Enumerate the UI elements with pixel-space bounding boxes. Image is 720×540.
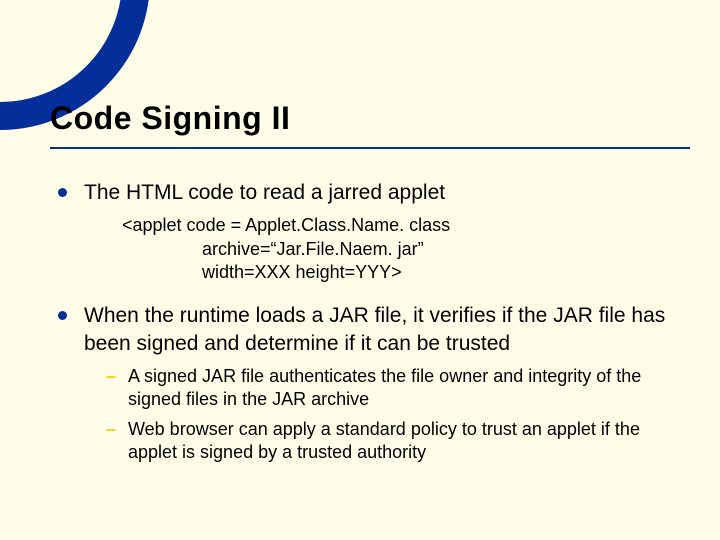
title-underline — [50, 147, 690, 149]
bullet-item: When the runtime loads a JAR file, it ve… — [50, 302, 690, 357]
bullet-item: The HTML code to read a jarred applet — [50, 179, 690, 206]
code-line: archive=“Jar.File.Naem. jar” — [122, 238, 690, 261]
sub-bullet-item: Web browser can apply a standard policy … — [98, 418, 690, 465]
slide-content: Code Signing II The HTML code to read a … — [50, 100, 690, 471]
code-line: <applet code = Applet.Class.Name. class — [122, 214, 690, 237]
slide-title: Code Signing II — [50, 100, 690, 137]
code-line: width=XXX height=YYY> — [122, 261, 690, 284]
sub-bullet-item: A signed JAR file authenticates the file… — [98, 365, 690, 412]
code-block: <applet code = Applet.Class.Name. class … — [122, 214, 690, 284]
